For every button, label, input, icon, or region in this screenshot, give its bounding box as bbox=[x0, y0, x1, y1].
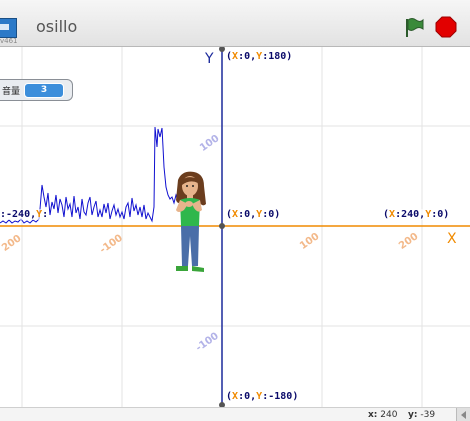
coord-label-right: (X:240,Y:0) bbox=[383, 209, 450, 220]
stage-canvas[interactable]: Y X (X:0,Y:180) (X:0,Y:0) (X:240,Y:0) (X… bbox=[0, 47, 470, 407]
sprite-thumbnail-icon[interactable] bbox=[0, 18, 17, 38]
version-label: v461 bbox=[0, 37, 18, 45]
stage-grid bbox=[0, 47, 470, 407]
girl-sprite[interactable] bbox=[168, 170, 216, 274]
mouse-x-readout: x: 240 bbox=[368, 410, 398, 420]
monitor-name: 音量 bbox=[2, 87, 21, 97]
coord-label-left-partial: :-240,Y: bbox=[0, 209, 49, 220]
origin-marker bbox=[219, 223, 225, 229]
y-top-marker bbox=[219, 47, 225, 52]
scratch-stage-window: v461 osillo Y X (X:0,Y:180) (X:0,Y:0) (X… bbox=[0, 0, 470, 421]
green-flag-button[interactable] bbox=[403, 16, 425, 38]
coord-label-center: (X:0,Y:0) bbox=[226, 209, 281, 220]
stage-header: v461 osillo bbox=[0, 0, 470, 47]
y-axis-letter: Y bbox=[205, 51, 214, 67]
green-flag-icon bbox=[406, 18, 424, 37]
scroll-left-button[interactable] bbox=[456, 408, 470, 421]
mouse-y-readout: y: -39 bbox=[408, 410, 436, 420]
x-axis-letter: X bbox=[447, 231, 457, 247]
coord-label-top: (X:0,Y:180) bbox=[226, 51, 293, 62]
stop-button[interactable] bbox=[435, 16, 457, 38]
monitor-value: 3 bbox=[24, 83, 64, 98]
project-title: osillo bbox=[36, 17, 78, 36]
variable-monitor[interactable]: 音量 3 bbox=[0, 79, 73, 101]
coord-label-bottom: (X:0,Y:-180) bbox=[226, 391, 299, 402]
stage-footer: x: 240 y: -39 bbox=[0, 407, 470, 421]
stop-sign-icon bbox=[435, 16, 457, 38]
